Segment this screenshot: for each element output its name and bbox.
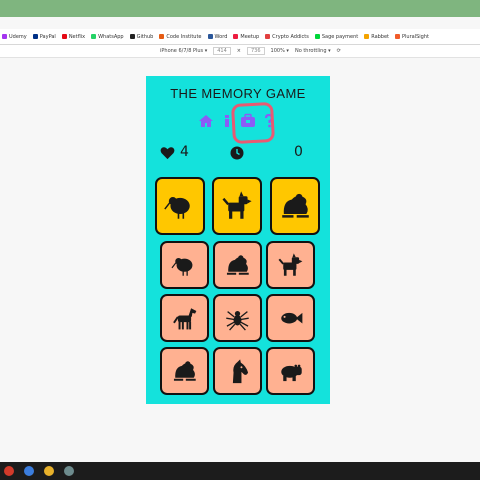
bookmark-item[interactable]: Meetup [233,34,259,40]
hippo-icon [281,364,302,381]
memory-card[interactable] [213,294,262,342]
bookmark-favicon-icon [233,34,239,39]
browser-top-strip [0,0,480,17]
bookmarks-bar: Udemy PayPal Netflix WhatsApp Github Code Ins… [0,29,480,45]
bookmark-favicon-icon [32,34,38,39]
bookmark-favicon-icon [207,34,213,39]
bookmark-label: Word [214,33,228,40]
bookmark-label: Github [136,33,154,40]
bookmark-label: PayPal [39,33,56,40]
kiwi-icon [164,197,190,219]
frog-icon [226,255,249,275]
bookmark-item[interactable]: Code Institute [159,33,202,40]
spider-icon [226,310,249,331]
kiwi-icon [171,257,193,276]
bookmark-item[interactable]: Rabbet [364,34,389,40]
bookmark-label: Sage payment [321,33,359,40]
bookmark-label: Rabbet [371,33,390,40]
lives-count: 4 [180,144,189,160]
bookmark-label: Meetup [240,33,260,40]
bookmark-favicon-icon [159,34,165,39]
bookmark-label: Code Institute [166,33,202,40]
highlight-annotation [230,101,276,145]
dog-icon [278,253,303,276]
clock-icon [230,146,244,160]
memory-card[interactable] [213,241,262,289]
heart-icon [160,147,175,160]
score-count: 0 [294,144,303,160]
bookmark-item[interactable]: PluralSight [395,34,429,40]
dog-icon [222,191,252,219]
bookmark-favicon-icon [129,34,135,39]
os-taskbar [0,462,480,480]
target-card[interactable] [212,177,262,235]
throttling-select[interactable]: No throttling ▾ [295,48,331,54]
bookmark-favicon-icon [265,34,271,39]
memory-card[interactable] [213,347,262,395]
memory-card[interactable] [266,294,315,342]
device-select[interactable]: iPhone 6/7/8 Plus ▾ [160,48,207,54]
bookmark-favicon-icon [2,34,7,39]
bookmark-item[interactable]: Sage payment [314,33,359,40]
bookmark-label: Crypto Addicts [272,33,309,40]
bookmark-label: PluralSight [402,33,429,40]
dimension-separator: × [236,48,241,54]
memory-card[interactable] [266,347,315,395]
rotate-icon[interactable]: ⟳ [337,48,341,54]
horse-head-icon [232,359,249,383]
frog-icon [173,361,196,381]
bookmark-item[interactable]: Udemy [2,34,27,40]
stats-bar: 4 0 [146,144,330,162]
chrome-icon[interactable] [44,466,54,476]
height-input[interactable]: 736 [247,47,265,55]
frog-icon [282,193,309,218]
bookmark-favicon-icon [364,34,370,39]
bookmark-label: WhatsApp [98,33,124,40]
target-card[interactable] [270,177,320,235]
horse-icon [173,308,197,330]
device-toolbar: iPhone 6/7/8 Plus ▾ 414 × 736 100% ▾ No … [0,45,480,58]
bookmark-label: Udemy [9,33,27,40]
bookmark-item[interactable]: PayPal [32,33,56,40]
bookmark-favicon-icon [61,34,67,39]
memory-card[interactable] [160,347,209,395]
memory-card[interactable] [160,241,209,289]
app-icon[interactable] [64,466,74,476]
fish-icon [281,312,303,324]
zoom-select[interactable]: 100% ▾ [271,48,289,54]
game-viewport: THE MEMORY GAME 4 0 [146,76,330,404]
bookmark-item[interactable]: Word [207,33,228,40]
width-input[interactable]: 414 [213,47,231,55]
bookmark-favicon-icon [314,34,320,39]
bookmark-favicon-icon [395,34,401,39]
memory-card[interactable] [160,294,209,342]
office-icon[interactable] [4,466,14,476]
bookmark-favicon-icon [91,34,97,39]
page-title: THE MEMORY GAME [170,86,306,101]
bookmark-label: Netflix [68,33,86,40]
bookmark-item[interactable]: Netflix [61,33,86,40]
memory-card[interactable] [266,241,315,289]
droplet-icon[interactable] [24,466,34,476]
bookmark-item[interactable]: Crypto Addicts [265,34,309,40]
bookmark-item[interactable]: WhatsApp [91,34,124,40]
target-card[interactable] [155,177,205,235]
bookmark-item[interactable]: Github [129,33,154,40]
home-icon[interactable] [198,113,214,129]
